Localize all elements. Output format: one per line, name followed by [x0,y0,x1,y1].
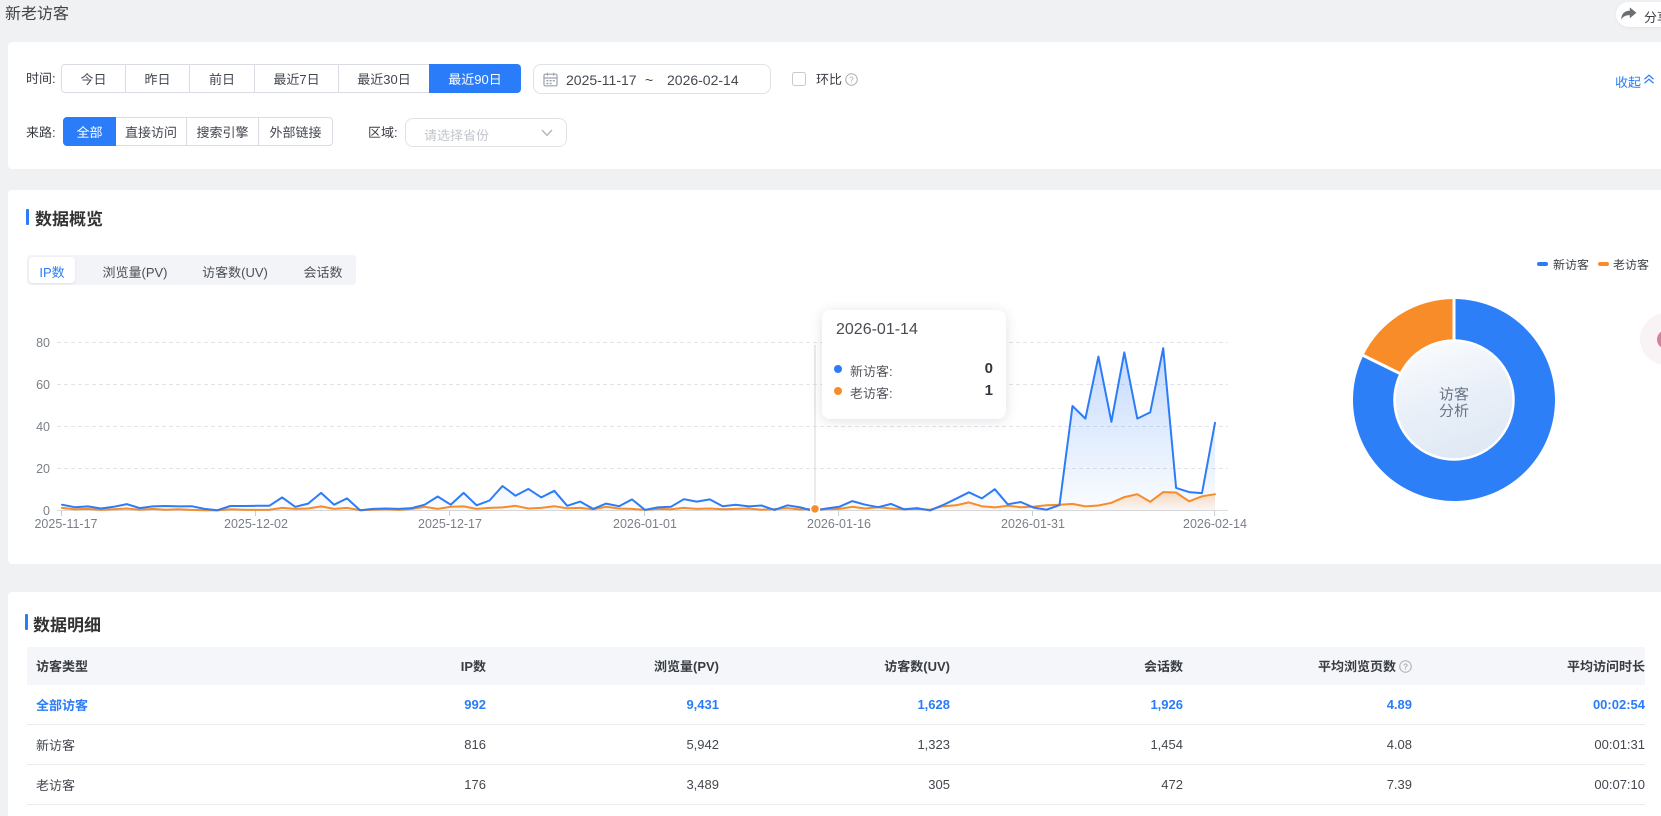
svg-text:?: ? [849,74,854,84]
svg-text:2026-01-01: 2026-01-01 [613,517,677,531]
svg-text:分析: 分析 [1439,400,1469,421]
svg-text:?: ? [1403,661,1408,671]
svg-text:2025-11-17: 2025-11-17 [34,517,97,531]
svg-text:60: 60 [36,378,50,392]
svg-text:40: 40 [36,420,50,434]
svg-text:2026-01-31: 2026-01-31 [1001,517,1065,531]
svg-text:0: 0 [43,504,50,518]
svg-text:2026-02-14: 2026-02-14 [1183,517,1247,531]
svg-text:2026-01-16: 2026-01-16 [807,517,871,531]
svg-text:80: 80 [36,336,50,350]
svg-text:2025-12-02: 2025-12-02 [224,517,288,531]
svg-text:2025-12-17: 2025-12-17 [418,517,482,531]
svg-text:20: 20 [36,462,50,476]
